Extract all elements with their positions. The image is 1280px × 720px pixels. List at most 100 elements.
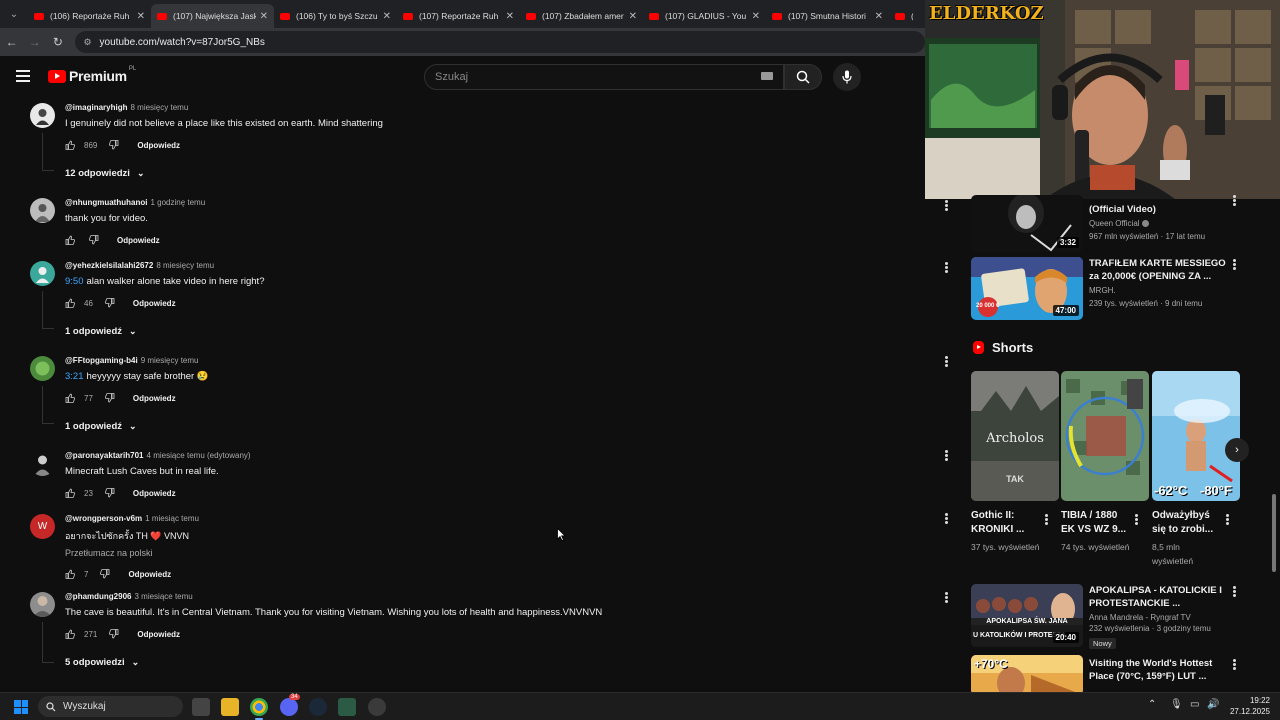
url-field[interactable]: ⚙ youtube.com/watch?v=87Jor5G_NBs <box>75 31 925 53</box>
close-tab-icon[interactable]: ✕ <box>875 11 883 22</box>
reply-button[interactable]: Odpowiedz <box>137 630 180 639</box>
comment-author[interactable]: @wrongperson-v6m <box>65 514 142 523</box>
video-menu-icon[interactable] <box>1233 259 1237 271</box>
close-tab-icon[interactable]: ✕ <box>260 11 268 22</box>
short-menu-icon[interactable] <box>1135 514 1139 526</box>
avatar[interactable] <box>30 451 55 476</box>
avatar[interactable]: W <box>30 514 55 539</box>
comment-author[interactable]: @nhungmuathuhanoi <box>65 198 147 207</box>
reply-button[interactable]: Odpowiedz <box>133 394 176 403</box>
reply-button[interactable]: Odpowiedz <box>117 236 160 245</box>
short-menu-icon[interactable] <box>1226 514 1230 526</box>
task-view-icon[interactable] <box>192 698 210 716</box>
close-tab-icon[interactable]: ✕ <box>629 11 637 22</box>
dislike-icon[interactable] <box>109 628 123 640</box>
video-thumbnail[interactable]: APOKALIPSA ŚW. JANA U KATOLIKÓW I PROTES… <box>971 584 1083 647</box>
short-thumbnail[interactable]: Archolos TAK <box>971 371 1059 501</box>
network-icon[interactable]: ▭ <box>1190 699 1199 710</box>
browser-tab[interactable]: (107) Reportaże Ruh ✕ <box>397 4 520 28</box>
comment-time[interactable]: 8 miesięcy temu <box>130 103 188 112</box>
browser-tab[interactable]: (107) Zbadałem amer ✕ <box>520 4 643 28</box>
video-thumbnail[interactable]: +70°C <box>971 655 1083 692</box>
dislike-icon[interactable] <box>104 297 119 309</box>
more-options-icon[interactable] <box>945 262 949 274</box>
comment-author[interactable]: @paronayaktarih701 <box>65 451 144 460</box>
video-menu-icon[interactable] <box>1233 586 1237 598</box>
video-title[interactable]: APOKALIPSA - KATOLICKIE I PROTESTANCKIE … <box>1089 584 1229 610</box>
related-video[interactable]: APOKALIPSA ŚW. JANA U KATOLIKÓW I PROTES… <box>971 584 1271 649</box>
comment-time[interactable]: 9 miesięcy temu <box>141 356 199 365</box>
close-tab-icon[interactable]: ✕ <box>137 11 145 22</box>
voice-search-button[interactable] <box>833 63 861 91</box>
menu-icon[interactable] <box>16 70 30 85</box>
comment-author[interactable]: @imaginaryhigh <box>65 103 127 112</box>
file-explorer-icon[interactable] <box>221 698 239 716</box>
steam-icon[interactable] <box>309 698 327 716</box>
comment-author[interactable]: @FFtopgaming-b4i <box>65 356 138 365</box>
like-icon[interactable] <box>65 568 79 580</box>
avatar[interactable] <box>30 356 55 381</box>
reload-icon[interactable]: ↻ <box>46 35 69 49</box>
channel-name[interactable]: Anna Mandrela - Ryngraf TV <box>1089 613 1229 622</box>
site-info-icon[interactable]: ⚙ <box>83 37 91 48</box>
reply-button[interactable]: Odpowiedz <box>137 141 180 150</box>
comment-time[interactable]: 8 miesięcy temu <box>156 261 214 270</box>
browser-tab[interactable]: (107) Smutna Histori ✕ <box>766 4 889 28</box>
short-item[interactable]: -62°C -80°F Odważyłbyś się to zrobi... 8… <box>1152 371 1240 568</box>
short-item[interactable]: TIBIA / 1880 EK VS WZ 9... 74 tys. wyświ… <box>1061 371 1149 554</box>
back-arrow-icon[interactable]: ← <box>0 35 23 49</box>
comment-time[interactable]: 4 miesiące temu (edytowany) <box>147 451 251 460</box>
related-video[interactable]: +70°C Visiting the World's Hottest Place… <box>971 655 1271 692</box>
youtube-premium-logo[interactable]: Premium PL <box>48 66 136 84</box>
more-options-icon[interactable] <box>945 592 949 604</box>
comment-time[interactable]: 1 miesiąc temu <box>145 514 199 523</box>
video-menu-icon[interactable] <box>1233 195 1237 207</box>
show-replies-button[interactable]: 5 odpowiedzi ⌄ <box>65 657 139 668</box>
short-item[interactable]: Archolos TAK Gothic II: KRONIKI ... 37 t… <box>971 371 1059 554</box>
close-tab-icon[interactable]: ✕ <box>752 11 760 22</box>
search-input[interactable]: Szukaj <box>424 64 784 90</box>
comment-time[interactable]: 1 godzinę temu <box>150 198 205 207</box>
browser-tab-active[interactable]: (107) Największa Jask ✕ <box>151 4 274 28</box>
video-menu-icon[interactable] <box>1233 659 1237 671</box>
related-video[interactable]: 20 000 € 47:00 TRAFIŁEM KARTE MESSIEGO z… <box>971 257 1271 320</box>
chrome-icon[interactable] <box>250 698 268 720</box>
short-title[interactable]: Gothic II: KRONIKI ... <box>971 509 1043 537</box>
obs-icon[interactable] <box>368 698 386 716</box>
like-icon[interactable] <box>65 487 79 499</box>
like-icon[interactable] <box>65 139 79 151</box>
comment-author[interactable]: @phamdung2906 <box>65 592 131 601</box>
close-tab-icon[interactable]: ✕ <box>383 11 391 22</box>
show-replies-button[interactable]: 1 odpowiedź ⌄ <box>65 326 137 337</box>
video-thumbnail[interactable]: 20 000 € 47:00 <box>971 257 1083 320</box>
system-clock[interactable]: 19:22 27.12.2025 <box>1226 695 1270 717</box>
short-title[interactable]: Odważyłbyś się to zrobi... <box>1152 509 1224 537</box>
reply-button[interactable]: Odpowiedz <box>128 570 171 579</box>
dislike-icon[interactable] <box>100 568 114 580</box>
close-tab-icon[interactable]: ✕ <box>506 11 514 22</box>
dislike-icon[interactable] <box>104 392 119 404</box>
reply-button[interactable]: Odpowiedz <box>133 489 176 498</box>
avatar[interactable] <box>30 261 55 286</box>
video-title[interactable]: (Official Video) <box>1089 203 1229 216</box>
more-options-icon[interactable] <box>945 356 949 368</box>
browser-tab[interactable]: (106) Ty to byś Szczu ✕ <box>274 4 397 28</box>
like-icon[interactable] <box>65 297 79 309</box>
taskbar-search[interactable]: Wyszukaj <box>38 696 183 717</box>
avatar[interactable] <box>30 103 55 128</box>
volume-icon[interactable]: 🔊 <box>1207 699 1219 710</box>
keyboard-icon[interactable] <box>761 72 773 80</box>
discord-icon[interactable]: 34 <box>280 694 300 716</box>
more-options-icon[interactable] <box>945 450 949 462</box>
short-title[interactable]: TIBIA / 1880 EK VS WZ 9... <box>1061 509 1133 537</box>
tray-chevron-icon[interactable]: ⌃ <box>1148 699 1156 710</box>
show-replies-button[interactable]: 12 odpowiedzi ⌄ <box>65 168 144 179</box>
related-video[interactable]: 3:32 (Official Video) Queen Official 967… <box>971 195 1271 253</box>
browser-tab[interactable]: (107 <box>889 4 919 28</box>
search-button[interactable] <box>784 64 822 90</box>
dislike-icon[interactable] <box>109 139 123 151</box>
forward-arrow-icon[interactable]: → <box>23 35 46 49</box>
more-options-icon[interactable] <box>945 513 949 525</box>
dislike-icon[interactable] <box>104 487 119 499</box>
show-replies-button[interactable]: 1 odpowiedź ⌄ <box>65 421 137 432</box>
